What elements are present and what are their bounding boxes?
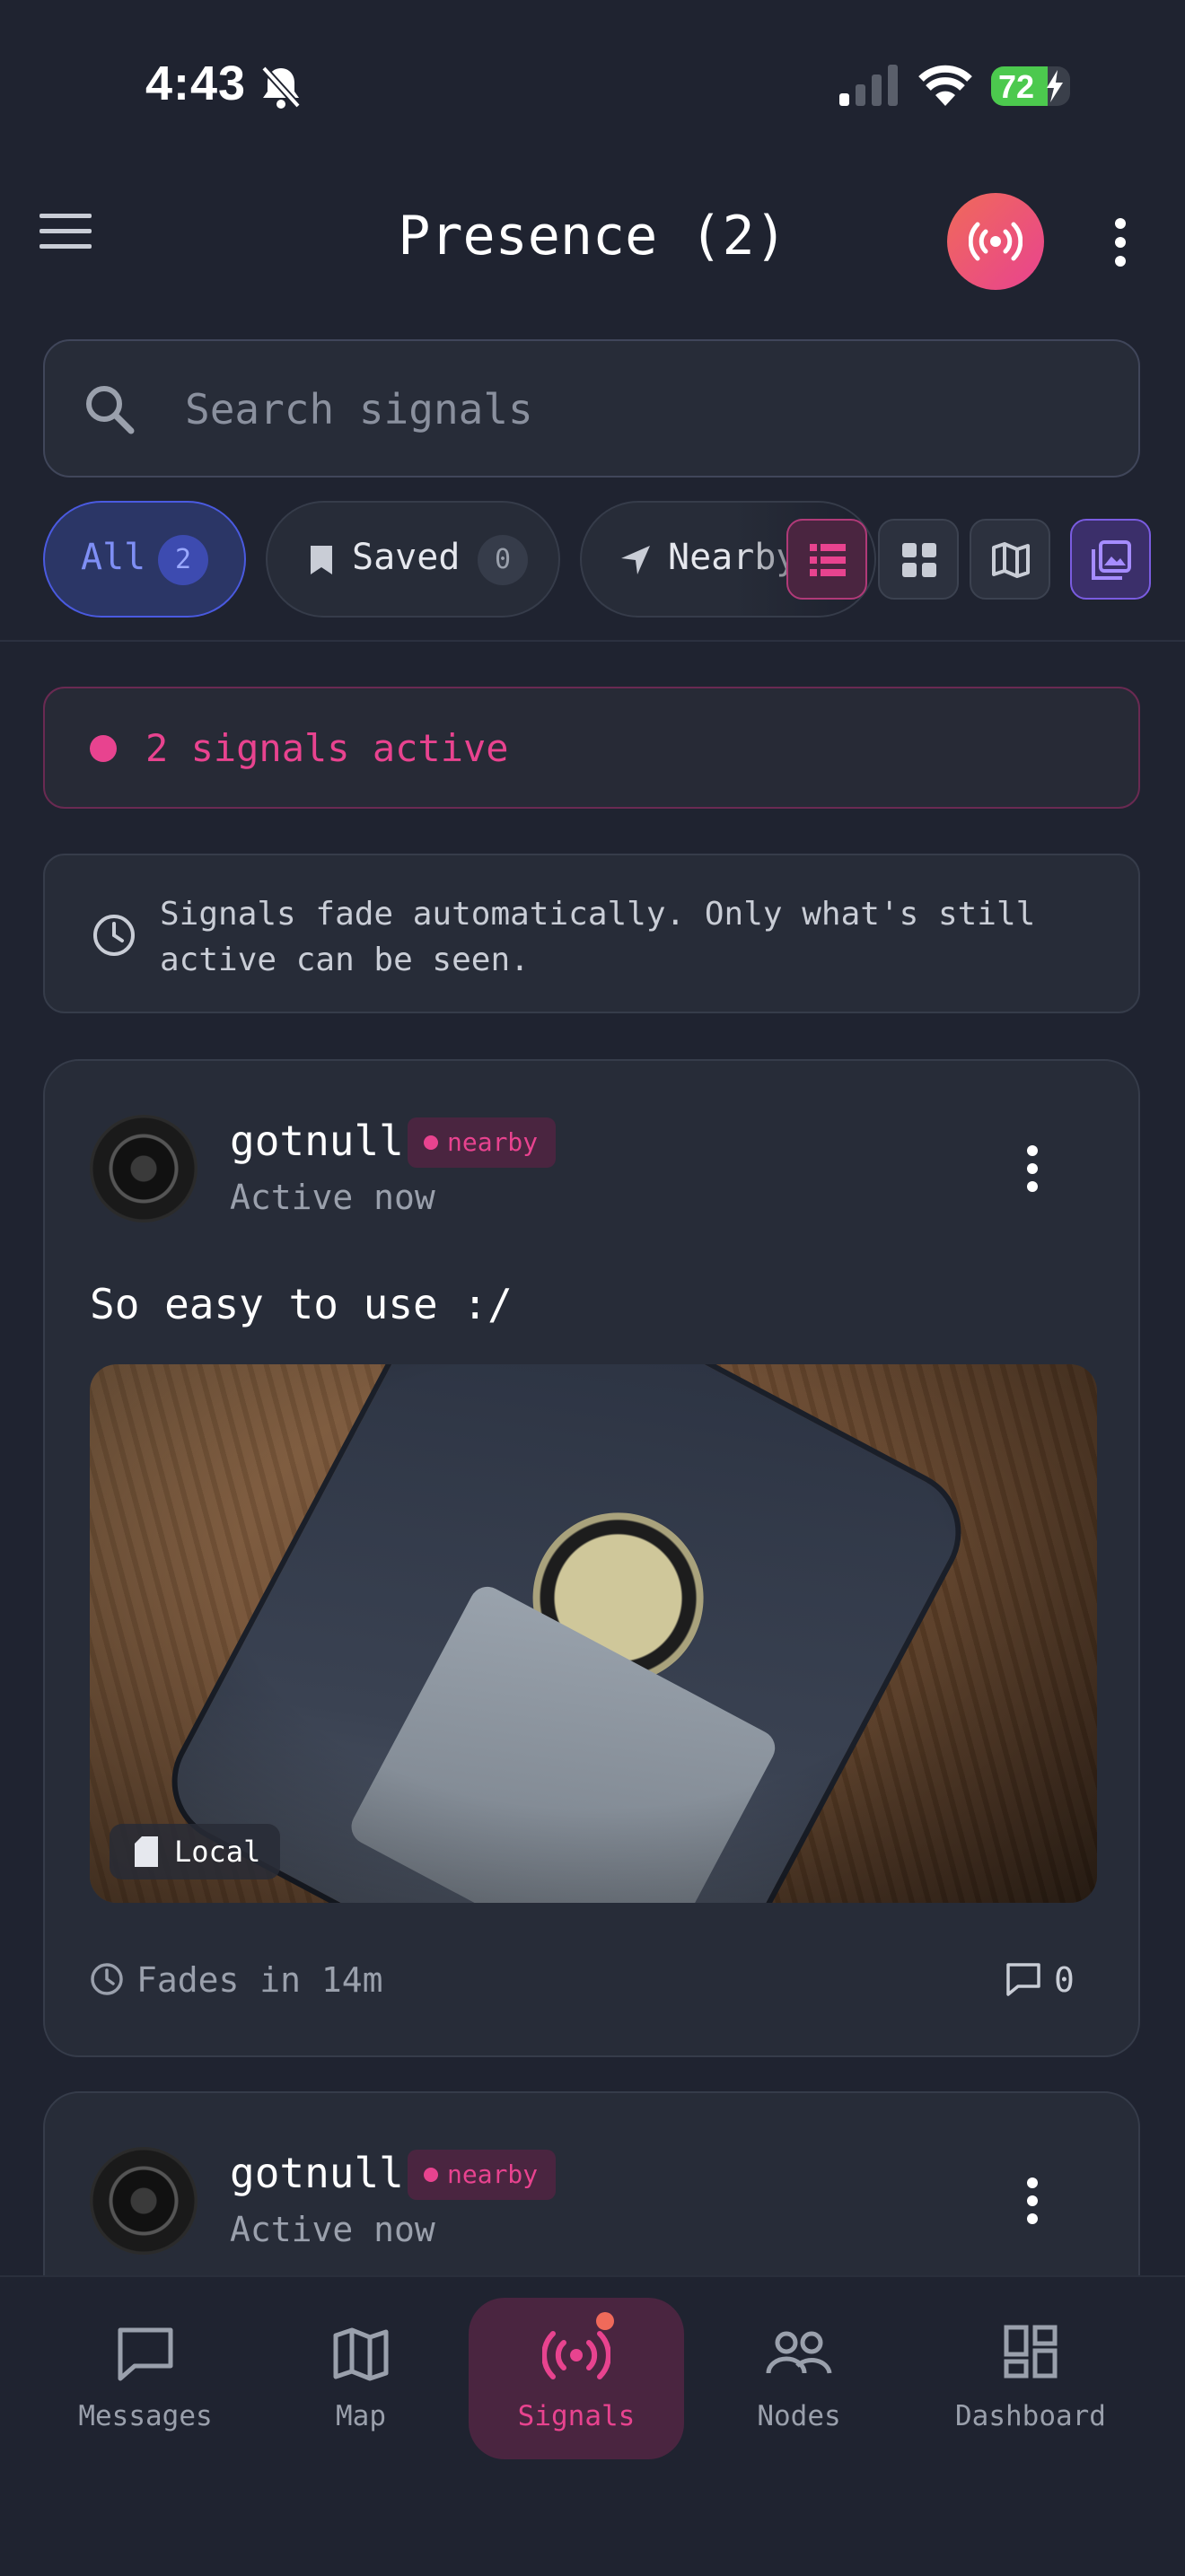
avatar[interactable]: [90, 1115, 198, 1222]
status-time: 4:43: [145, 57, 247, 110]
charging-bolt-icon: [1047, 70, 1063, 102]
post-more-icon[interactable]: [1023, 2177, 1041, 2231]
nav-label: Messages: [78, 2400, 213, 2432]
comment-count[interactable]: 0: [1054, 1960, 1075, 2000]
fade-timer: Fades in 14m: [136, 1960, 383, 2000]
map-view-button[interactable]: [970, 519, 1050, 600]
message-square-icon: [118, 2327, 173, 2381]
vertical-dots-icon[interactable]: [1111, 217, 1129, 267]
filter-chip-label: Saved: [352, 537, 461, 578]
image-vignette: [90, 1364, 1097, 1903]
clock-icon: [91, 1963, 123, 1995]
username[interactable]: gotnull: [230, 1117, 404, 1165]
grid-view-icon: [902, 543, 936, 577]
username[interactable]: gotnull: [230, 2149, 404, 2197]
filter-chip-saved[interactable]: Saved 0: [266, 501, 560, 618]
wifi-icon: [918, 65, 972, 106]
info-text: Signals fade automatically. Only what's …: [160, 896, 1036, 978]
nav-label: Map: [336, 2400, 386, 2432]
dashboard-icon: [1004, 2325, 1058, 2379]
nav-label: Dashboard: [955, 2400, 1106, 2432]
bookmark-icon: [311, 546, 332, 574]
nearby-badge: nearby: [408, 1117, 557, 1168]
nav-label: Nodes: [757, 2400, 841, 2432]
bell-slash-icon: [261, 66, 301, 109]
avatar[interactable]: [90, 2147, 198, 2255]
clock-icon: [93, 915, 135, 956]
active-signals-banner: 2 signals active: [43, 687, 1140, 809]
list-view-button[interactable]: [786, 519, 867, 600]
notification-dot: [596, 2312, 614, 2330]
cellular-signal-icon: [839, 65, 898, 106]
nearby-badge: nearby: [408, 2150, 557, 2200]
local-tag-label: Local: [174, 1835, 261, 1869]
broadcast-icon: [969, 222, 1023, 261]
search-bar[interactable]: [43, 339, 1140, 478]
nav-dashboard[interactable]: Dashboard: [923, 2298, 1138, 2459]
post-more-icon[interactable]: [1023, 1145, 1041, 1199]
battery-level: 72: [998, 68, 1035, 105]
post-text: So easy to use :/: [90, 1280, 513, 1328]
filter-count-badge: 2: [158, 535, 208, 585]
filter-count-badge: 0: [478, 535, 528, 585]
search-input[interactable]: [183, 377, 1084, 442]
map-view-icon: [992, 542, 1030, 578]
broadcast-icon: [542, 2331, 610, 2379]
list-view-icon: [810, 544, 846, 576]
navigation-arrow-icon: [621, 546, 650, 574]
post-image[interactable]: [90, 1364, 1097, 1903]
filter-chip-all[interactable]: All 2: [43, 501, 246, 618]
nav-map[interactable]: Map: [253, 2298, 469, 2459]
broadcast-button[interactable]: [947, 193, 1044, 290]
activity-status: Active now: [230, 2210, 435, 2249]
nav-signals[interactable]: Signals: [469, 2298, 684, 2459]
active-signals-text: 2 signals active: [145, 726, 509, 770]
filter-chip-label: All: [81, 537, 146, 578]
local-storage-tag: Local: [110, 1824, 280, 1879]
nav-nodes[interactable]: Nodes: [691, 2298, 907, 2459]
gallery-view-button[interactable]: [1070, 519, 1151, 600]
divider: [0, 640, 1185, 642]
map-icon: [333, 2327, 389, 2381]
nav-messages[interactable]: Messages: [38, 2298, 253, 2459]
info-banner: Signals fade automatically. Only what's …: [43, 854, 1140, 1013]
sd-card-icon: [135, 1836, 158, 1867]
comment-icon[interactable]: [1005, 1962, 1041, 1996]
active-dot: [90, 735, 117, 762]
nav-label: Signals: [517, 2400, 636, 2432]
grid-view-button[interactable]: [878, 519, 959, 600]
search-icon: [86, 386, 135, 434]
activity-status: Active now: [230, 1178, 435, 1217]
users-icon: [766, 2331, 832, 2374]
gallery-view-icon: [1092, 540, 1131, 580]
